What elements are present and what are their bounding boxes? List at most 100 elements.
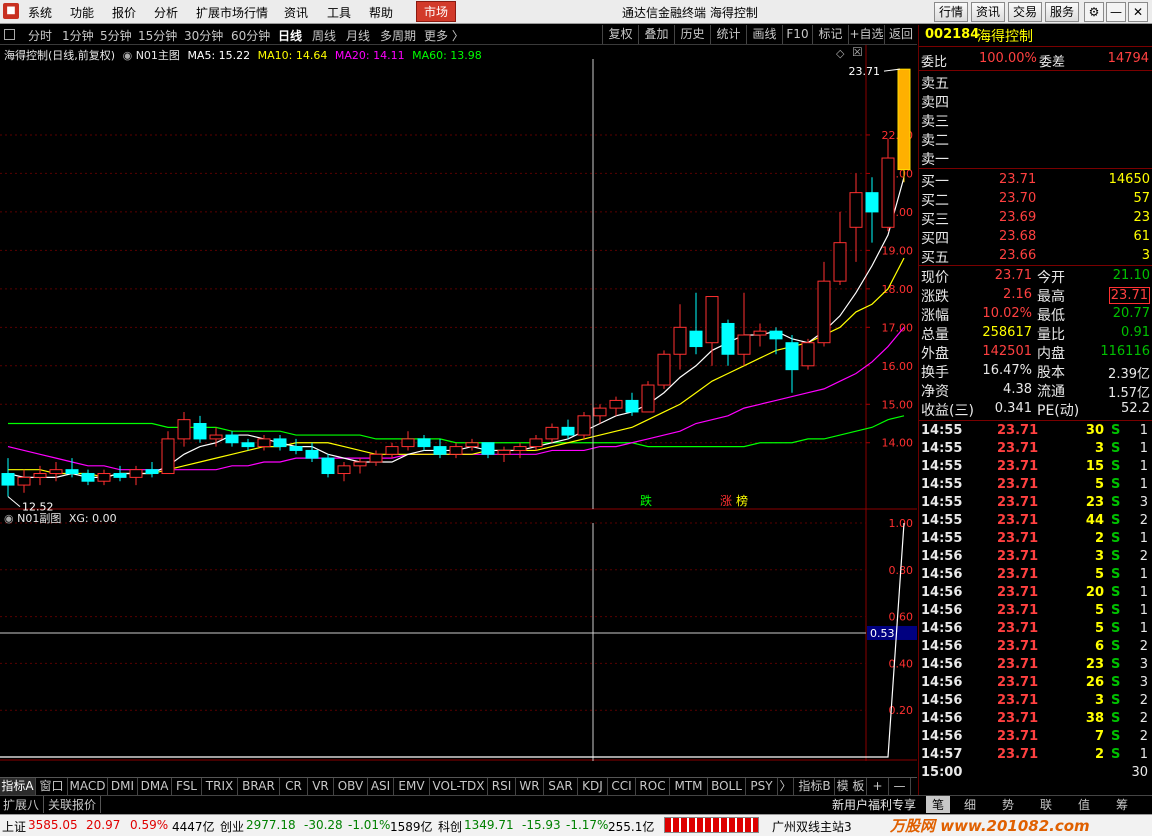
indicator-tab[interactable]: 〉 [778,778,794,796]
panel-tab[interactable]: 势 [1002,796,1014,813]
panel-tab[interactable]: 联 [1040,796,1052,813]
tick-side: S [1111,639,1121,654]
candle-body-up [705,296,719,344]
indicator-right-tab[interactable]: + [867,778,889,796]
kline-svg[interactable]: 22.0021.0020.0019.0018.0017.0016.0015.00… [0,45,917,761]
indicator-tab[interactable]: RSI [488,778,516,796]
index-percent: -1.17% [566,818,609,832]
sub-indicator-name[interactable]: N01副图 [17,512,61,525]
indicator-tab[interactable]: BOLL [708,778,746,796]
chart-diamond-icon[interactable]: ◇ [836,47,844,60]
menu-help[interactable]: 帮助 [369,4,393,21]
menu-quote[interactable]: 报价 [112,4,136,21]
settings-icon[interactable]: ⚙ [1084,2,1104,22]
indicator-tab[interactable]: PSY [746,778,778,796]
candle-body-down [769,330,783,340]
new-user-promo[interactable]: 新用户福利专享 [832,796,916,813]
tool-diejia[interactable]: 叠加 [638,25,674,44]
indicator-right-tab[interactable]: 指标B [795,778,835,796]
trade-button[interactable]: 交易 [1008,2,1042,22]
indicator-tab[interactable]: BRAR [238,778,280,796]
indicator-tab[interactable]: 窗口 [36,778,68,796]
tool-mark[interactable]: 标记 [812,25,848,44]
indicator-tab[interactable]: OBV [334,778,368,796]
candle-body-down [865,192,879,213]
sub-dropdown-icon[interactable]: ◉ [4,512,14,525]
chart-close-icon[interactable]: ☒ [852,45,863,59]
menu-analysis[interactable]: 分析 [154,4,178,21]
tick-count: 1 [1139,567,1148,582]
candle-body-down [321,457,335,475]
period-day[interactable]: 日线 [278,27,302,44]
related-quote-tab[interactable]: 关联报价 [48,796,102,813]
tool-back[interactable]: 返回 [884,25,917,44]
indicator-tab[interactable]: MACD [68,778,108,796]
weicha-value: 14794 [1107,51,1149,66]
period-1min[interactable]: 1分钟 [62,27,94,44]
chart-area[interactable]: 22.00 21.00 20.00 19.00 18.00 17.00 16.00 15.00… [0,45,917,761]
period-more[interactable]: 更多 〉 [424,27,464,44]
menu-function[interactable]: 功能 [70,4,94,21]
period-month[interactable]: 月线 [346,27,370,44]
main-indicator-name[interactable]: N01主图 [136,49,180,62]
indicator-tab[interactable]: 指标A [0,778,36,796]
candle-body-down [81,473,95,482]
tick-volume: 20 [1085,585,1104,600]
panel-tab[interactable]: 细 [964,796,976,813]
indicator-tab[interactable]: VOL-TDX [430,778,488,796]
panel-tab[interactable]: 笔 [926,796,951,813]
indicator-tab[interactable]: ROC [636,778,670,796]
menu-tools[interactable]: 工具 [327,4,351,21]
period-5min[interactable]: 5分钟 [100,27,132,44]
period-multi[interactable]: 多周期 [380,27,416,44]
tick-time: 14:56 [921,693,963,708]
tool-add-watch[interactable]: +自选 [848,25,884,44]
indicator-tab[interactable]: DMI [108,778,138,796]
tick-side: S [1111,621,1121,636]
menu-ext-market[interactable]: 扩展市场行情 [196,4,268,21]
service-button[interactable]: 服务 [1045,2,1079,22]
tool-stats[interactable]: 统计 [710,25,746,44]
indicator-tab[interactable]: TRIX [202,778,238,796]
minimize-icon[interactable]: — [1106,2,1126,22]
tick-side: S [1111,729,1121,744]
close-icon[interactable]: ✕ [1128,2,1148,22]
indicator-tab[interactable]: VR [308,778,334,796]
period-30min[interactable]: 30分钟 [184,27,223,44]
indicator-tab[interactable]: KDJ [578,778,608,796]
tool-history[interactable]: 历史 [674,25,710,44]
indicator-tab[interactable]: FSL [172,778,202,796]
tool-f10[interactable]: F10 [782,25,812,44]
indicator-right-tab[interactable]: 模 板 [835,778,867,796]
period-fenshi[interactable]: 分时 [28,27,52,44]
menu-system[interactable]: 系统 [28,4,52,21]
indicator-tab[interactable]: ASI [368,778,394,796]
period-week[interactable]: 周线 [312,27,336,44]
panel-tab[interactable]: 值 [1078,796,1090,813]
indicator-tab[interactable]: CCI [608,778,636,796]
quote-button[interactable]: 行情 [934,2,968,22]
panel-tab[interactable]: 筹 [1116,796,1128,813]
indicator-tab[interactable]: SAR [544,778,578,796]
indicator-tab[interactable]: EMV [394,778,430,796]
indicator-tab[interactable]: CR [280,778,308,796]
period-60min[interactable]: 60分钟 [231,27,270,44]
indicator-tab[interactable]: MTM [670,778,708,796]
tool-fuquan[interactable]: 复权 [602,25,638,44]
ext-tab-8[interactable]: 扩展八 [3,796,45,813]
period-15min[interactable]: 15分钟 [138,27,177,44]
news-button[interactable]: 资讯 [971,2,1005,22]
buy-level-price: 23.70 [999,191,1037,206]
indicator-right-tab[interactable]: — [889,778,911,796]
menu-news[interactable]: 资讯 [284,4,308,21]
tool-draw[interactable]: 画线 [746,25,782,44]
tick-time: 14:55 [921,513,963,528]
tick-count: 1 [1139,423,1148,438]
chart-dropdown-icon[interactable]: ◉ [123,49,133,62]
indicator-tab[interactable]: WR [516,778,544,796]
tick-count-last: 30 [1131,765,1148,780]
indicator-tab[interactable]: DMA [138,778,172,796]
market-button[interactable]: 市场 [416,1,456,22]
tick-time: 14:56 [921,711,963,726]
window-icon[interactable] [4,29,15,40]
